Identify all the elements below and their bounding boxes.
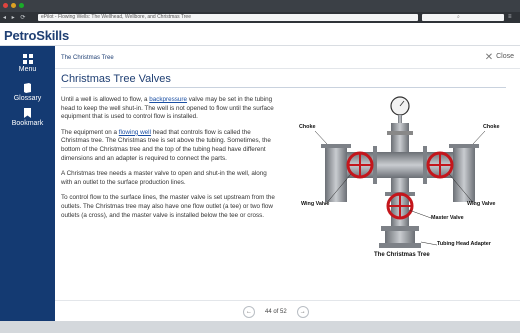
- search-icon: ⌕: [457, 14, 460, 20]
- window-controls: [3, 3, 24, 8]
- close-window-button[interactable]: [3, 3, 8, 8]
- page-counter: 44 of 52: [265, 309, 287, 315]
- close-icon: ✕: [484, 52, 494, 63]
- paragraph: Until a well is allowed to flow, a backp…: [61, 96, 276, 122]
- search-input[interactable]: [422, 14, 504, 21]
- christmas-tree-diagram: Choke Choke Wing Valve Wing Valve Master…: [287, 94, 515, 264]
- sidebar-item-bookmark[interactable]: Bookmark: [0, 108, 55, 127]
- christmas-tree-illustration: [314, 96, 486, 248]
- footer-nav: ← 44 of 52 →: [55, 300, 520, 322]
- nav-buttons[interactable]: ◂ ▸ ⟳: [3, 14, 27, 21]
- close-label: Close: [496, 53, 514, 60]
- backpressure-link[interactable]: backpressure: [149, 96, 187, 103]
- previous-page-button[interactable]: ←: [243, 306, 255, 318]
- petroskills-logo: PetroSkills: [4, 28, 69, 43]
- bookmark-icon: [24, 108, 31, 118]
- sidebar-item-label: Bookmark: [11, 120, 44, 127]
- wing-valve-left-label: Wing Valve: [301, 201, 330, 207]
- browser-toolbar: ◂ ▸ ⟳ ePilot - Flowing Wells: The Wellhe…: [0, 12, 520, 23]
- paragraph: To control flow to the surface lines, th…: [61, 194, 275, 219]
- close-button[interactable]: ✕ Close: [485, 52, 514, 63]
- breadcrumb: The Christmas Tree: [61, 55, 114, 61]
- choke-right-label: Choke: [483, 124, 500, 130]
- minimize-window-button[interactable]: [11, 3, 16, 8]
- paragraph: A Christmas tree needs a master valve to…: [61, 170, 267, 186]
- arrow-right-icon: →: [299, 309, 306, 315]
- sidebar-item-glossary[interactable]: Glossary: [0, 83, 55, 102]
- title-bar: [0, 0, 520, 12]
- diagram-caption: The Christmas Tree: [374, 252, 430, 258]
- choke-left-label: Choke: [299, 124, 316, 130]
- tubing-head-adapter-label: Tubing Head Adapter: [437, 241, 491, 247]
- book-icon: [24, 83, 31, 93]
- sidebar-item-menu[interactable]: Menu: [0, 54, 55, 73]
- text: The equipment on a: [61, 128, 119, 136]
- sidebar: Menu Glossary Bookmark: [0, 46, 55, 333]
- app-header: PetroSkills: [0, 23, 520, 46]
- next-page-button[interactable]: →: [296, 306, 309, 318]
- flowing-well-link[interactable]: flowing well: [119, 129, 151, 136]
- page-title: Christmas Tree Valves: [61, 73, 171, 85]
- pager: ← 44 of 52 →: [243, 306, 309, 318]
- master-valve-label: Master Valve: [431, 215, 464, 221]
- address-bar[interactable]: ePilot - Flowing Wells: The Wellhead, We…: [38, 14, 418, 21]
- wing-valve-right-label: Wing Valve: [467, 201, 496, 207]
- browser-menu-icon[interactable]: ≡: [508, 14, 512, 20]
- divider: [55, 68, 520, 69]
- window-bottom-bar: [0, 321, 520, 333]
- arrow-left-icon: ←: [246, 309, 252, 315]
- app-window: ◂ ▸ ⟳ ePilot - Flowing Wells: The Wellhe…: [0, 0, 520, 333]
- content-panel: The Christmas Tree ✕ Close Christmas Tree…: [55, 46, 520, 321]
- sidebar-item-label: Menu: [18, 66, 37, 73]
- maximize-window-button[interactable]: [19, 3, 24, 8]
- lesson-text: Until a well is allowed to flow, a backp…: [61, 96, 276, 227]
- paragraph: The equipment on a flowing well head tha…: [61, 129, 276, 163]
- sidebar-item-label: Glossary: [13, 95, 42, 102]
- title-rule: [61, 87, 506, 88]
- text: Until a well is allowed to flow, a: [61, 96, 150, 103]
- grid-icon: [22, 54, 33, 64]
